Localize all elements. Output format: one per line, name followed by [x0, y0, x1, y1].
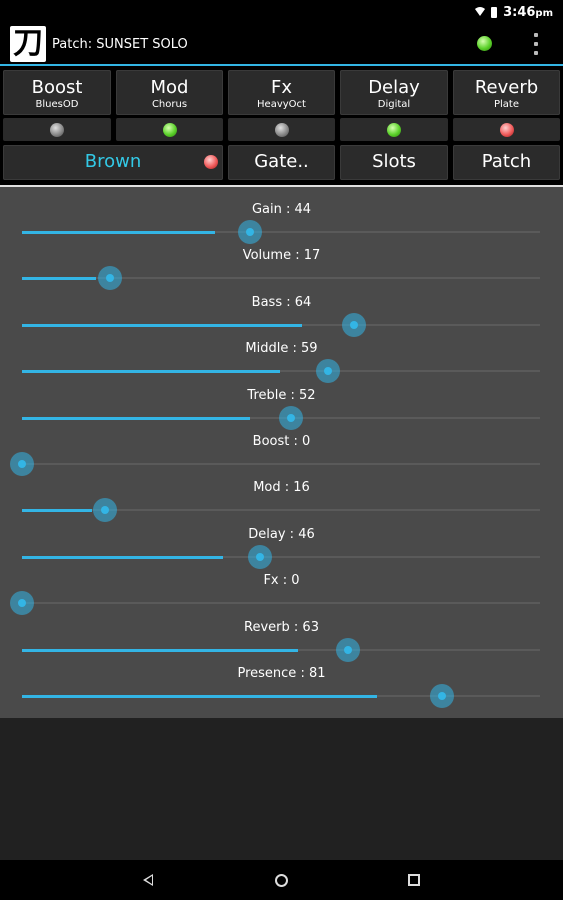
back-icon[interactable] — [143, 874, 153, 886]
effect-led-delay[interactable] — [340, 118, 448, 141]
slider-bass[interactable]: Bass : 64 — [0, 280, 563, 337]
amp-model-button[interactable]: Brown — [3, 145, 223, 180]
slider-label: Delay : 46 — [248, 526, 315, 542]
effect-tile-reverb[interactable]: Reverb Plate — [453, 70, 560, 115]
slider-mod[interactable]: Mod : 16 — [0, 465, 563, 523]
slider-label: Presence : 81 — [237, 666, 326, 681]
clock: 3:46pm — [503, 4, 553, 20]
effect-name: Boost — [31, 77, 83, 98]
effect-tile-delay[interactable]: Delay Digital — [340, 70, 448, 115]
slider-volume[interactable]: Volume : 17 — [0, 233, 563, 291]
slider-value: 44 — [294, 202, 312, 217]
led-indicator — [274, 122, 289, 137]
slider-value: 46 — [298, 526, 315, 542]
slider-label: Bass : 64 — [251, 294, 312, 310]
slider-label: Volume : 17 — [242, 248, 321, 264]
slider-value: 63 — [302, 619, 319, 635]
slider-label: Boost : 0 — [252, 434, 311, 449]
navigation-bar — [0, 860, 563, 900]
led-indicator — [387, 122, 401, 137]
slider-middle[interactable]: Middle : 59 — [0, 326, 563, 384]
connection-status-led — [477, 36, 492, 51]
slider-value: 0 — [291, 573, 300, 589]
led-indicator — [162, 122, 177, 137]
slider-gain[interactable]: Gain : 44 — [0, 187, 563, 244]
effect-led-reverb[interactable] — [453, 118, 560, 141]
amp-model-label: Brown — [84, 151, 142, 172]
effect-name: Reverb — [474, 77, 539, 98]
slider-label: Treble : 52 — [247, 387, 316, 403]
effect-type: HeavyOct — [257, 99, 306, 110]
effect-type: Plate — [493, 99, 519, 110]
patch-title: Patch: SUNSET SOLO — [52, 36, 188, 52]
gate-button[interactable]: Gate.. — [228, 145, 335, 180]
slider-label: Mod : 16 — [253, 480, 310, 496]
effect-tile-mod[interactable]: Mod Chorus — [116, 70, 223, 115]
effect-name: Fx — [270, 77, 292, 98]
slider-value: 64 — [294, 294, 312, 310]
effect-led-mod[interactable] — [116, 118, 223, 141]
slider-label: Fx : 0 — [263, 573, 300, 589]
effect-led-boost[interactable] — [3, 118, 111, 141]
app-logo: 刀 — [10, 26, 46, 62]
slider-presence[interactable]: Presence : 81 — [0, 651, 563, 708]
slider-delay[interactable]: Delay : 46 — [0, 512, 563, 569]
slider-reverb[interactable]: Reverb : 63 — [0, 605, 563, 662]
amp-parameters-panel: Gain : 44 Volume : 17 Bass : 64 Middle : 59… — [0, 187, 563, 718]
slider-thumb[interactable] — [429, 684, 454, 708]
patch-button[interactable]: Patch — [453, 145, 560, 180]
slider-label: Reverb : 63 — [244, 619, 319, 635]
slider-boost[interactable]: Boost : 0 — [0, 419, 563, 476]
slider-label: Middle : 59 — [245, 341, 318, 357]
recent-apps-icon[interactable] — [408, 874, 420, 886]
led-indicator — [499, 122, 514, 137]
effect-type: Chorus — [151, 99, 188, 110]
effect-type: Digital — [377, 99, 411, 110]
slider-value: 0 — [302, 434, 311, 449]
slider-fill — [22, 695, 377, 698]
slider-value: 81 — [308, 666, 326, 681]
slider-value: 17 — [303, 248, 321, 264]
wifi-icon — [475, 7, 486, 16]
slider-value: 59 — [301, 341, 318, 357]
battery-icon — [491, 6, 498, 18]
slots-button[interactable]: Slots — [340, 145, 448, 180]
slider-treble[interactable]: Treble : 52 — [0, 373, 563, 430]
effect-name: Delay — [368, 77, 420, 98]
effect-type: BluesOD — [35, 99, 79, 110]
slider-label: Gain : 44 — [251, 202, 312, 217]
effect-name: Mod — [150, 77, 189, 98]
amp-led — [204, 155, 218, 169]
overflow-menu-icon[interactable] — [533, 33, 539, 55]
led-indicator — [50, 122, 64, 137]
home-icon[interactable] — [275, 874, 288, 887]
effect-tile-boost[interactable]: Boost BluesOD — [3, 70, 111, 115]
slider-fx[interactable]: Fx : 0 — [0, 558, 563, 616]
effect-tile-fx[interactable]: Fx HeavyOct — [228, 70, 335, 115]
slider-value: 16 — [293, 480, 310, 496]
effect-led-fx[interactable] — [228, 118, 335, 141]
status-bar: 3:46pm — [0, 0, 563, 24]
slider-value: 52 — [299, 387, 316, 403]
patch-name: SUNSET SOLO — [96, 36, 188, 52]
